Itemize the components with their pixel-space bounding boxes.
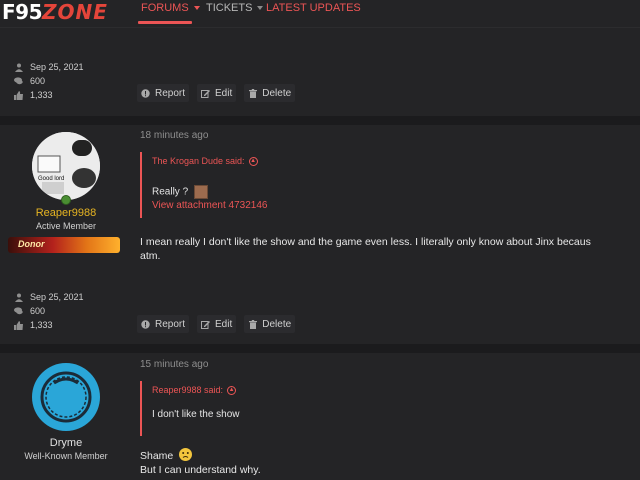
sad-face-icon — [179, 448, 193, 461]
trash-icon — [248, 319, 257, 329]
message-count: 600 — [30, 76, 46, 86]
avatar-caption: Good lord — [38, 176, 65, 182]
edit-button[interactable]: Edit — [197, 84, 237, 102]
thumbs-up-icon — [14, 90, 23, 100]
edit-icon — [201, 89, 211, 98]
top-navigation-bar: F95 ZONE FORUMS TICKETS LATEST UPDATES — [0, 0, 640, 28]
site-logo[interactable]: F95 ZONE — [2, 0, 108, 24]
post-body-line-2: But I can understand why. — [140, 464, 261, 476]
quote-author-label: The Krogan Dude said: — [152, 156, 245, 166]
avatar[interactable] — [32, 363, 100, 431]
post-body-line-1: Shame — [140, 448, 261, 463]
online-status-icon — [61, 195, 71, 205]
quote-text: I don't like the show — [152, 409, 240, 420]
post-body-line-1-text: Shame — [140, 450, 174, 462]
stat-reactions: 1,333 — [14, 318, 84, 332]
message-count: 600 — [30, 306, 46, 316]
report-label: Report — [155, 318, 186, 330]
tab-latest-updates-label: LATEST UPDATES — [266, 2, 361, 14]
report-button[interactable]: Report — [137, 315, 190, 333]
post-timestamp[interactable]: 15 minutes ago — [140, 359, 208, 370]
report-icon — [141, 319, 150, 329]
quote-block: The Krogan Dude said: ▲ Really ? View at… — [140, 152, 630, 218]
post-separator — [0, 344, 640, 353]
delete-label: Delete — [262, 318, 292, 330]
post-previous: Sep 25, 2021 600 1,333 Report Edit Delet… — [0, 28, 640, 116]
post-body-line-2: atm. — [140, 250, 161, 262]
user-stats: Sep 25, 2021 600 1,333 — [14, 60, 84, 102]
logo-part-zone: ZONE — [42, 0, 108, 24]
logo-part-f95: F95 — [2, 0, 43, 24]
arrow-up-icon[interactable]: ▲ — [227, 385, 237, 395]
quote-text: Really ? — [152, 185, 630, 199]
stat-messages: 600 — [14, 74, 84, 88]
post-timestamp[interactable]: 18 minutes ago — [140, 130, 208, 141]
report-icon — [141, 88, 150, 98]
trash-icon — [248, 88, 257, 98]
joined-date: Sep 25, 2021 — [30, 62, 84, 72]
post-body: I mean really I don't like the show and … — [140, 235, 591, 263]
delete-label: Delete — [262, 87, 292, 99]
delete-button[interactable]: Delete — [244, 84, 296, 102]
stat-reactions: 1,333 — [14, 88, 84, 102]
quote-author-label: Reaper9988 said: — [152, 385, 224, 395]
report-button[interactable]: Report — [137, 84, 190, 102]
post-body: Shame But I can understand why. — [140, 448, 261, 477]
stat-messages: 600 — [14, 304, 84, 318]
user-title: Active Member — [35, 221, 97, 231]
tab-tickets-label: TICKETS — [206, 2, 253, 14]
username[interactable]: Reaper9988 — [0, 207, 132, 219]
tab-tickets[interactable]: TICKETS — [206, 2, 264, 14]
username[interactable]: Dryme — [0, 437, 132, 449]
user-stats: Sep 25, 2021 600 1,333 — [14, 290, 84, 332]
comments-icon — [14, 77, 23, 86]
quote-author[interactable]: The Krogan Dude said: ▲ — [152, 156, 630, 166]
chevron-down-icon[interactable] — [257, 6, 264, 10]
donor-badge: Donor — [8, 237, 120, 253]
edit-button[interactable]: Edit — [197, 315, 237, 333]
report-label: Report — [155, 87, 186, 99]
user-info: Dryme Well-Known Member — [0, 437, 132, 461]
stat-joined: Sep 25, 2021 — [14, 290, 84, 304]
reaction-count: 1,333 — [30, 90, 53, 100]
user-icon — [14, 63, 23, 72]
post-actions: Report Edit Delete — [137, 315, 296, 333]
tab-latest-updates[interactable]: LATEST UPDATES — [266, 2, 361, 14]
tab-forums[interactable]: FORUMS — [141, 2, 200, 14]
user-info: Reaper9988 Active Member — [0, 207, 132, 231]
quote-text-label: Really ? — [152, 186, 189, 198]
donor-badge-label: Donor — [18, 239, 45, 249]
attachment-thumbnail[interactable] — [193, 185, 208, 199]
stat-joined: Sep 25, 2021 — [14, 60, 84, 74]
post-body-line-1: I mean really I don't like the show and … — [140, 236, 591, 248]
active-tab-indicator — [138, 21, 192, 24]
post-actions: Report Edit Delete — [137, 84, 296, 102]
avatar[interactable]: Good lord — [32, 132, 100, 200]
thumbs-up-icon — [14, 320, 23, 330]
view-attachment-link[interactable]: View attachment 4732146 — [152, 200, 630, 211]
quote-block: Reaper9988 said: ▲ I don't like the show — [140, 381, 630, 436]
comments-icon — [14, 307, 23, 316]
reaction-count: 1,333 — [30, 320, 53, 330]
user-title: Well-Known Member — [24, 451, 108, 461]
edit-icon — [201, 320, 211, 329]
tab-forums-label: FORUMS — [141, 2, 189, 14]
chevron-down-icon[interactable] — [193, 6, 200, 10]
joined-date: Sep 25, 2021 — [30, 292, 84, 302]
delete-button[interactable]: Delete — [244, 315, 296, 333]
user-icon — [14, 293, 23, 302]
post-separator — [0, 116, 640, 125]
edit-label: Edit — [215, 318, 233, 330]
quote-author[interactable]: Reaper9988 said: ▲ — [152, 385, 630, 395]
arrow-up-icon[interactable]: ▲ — [248, 156, 258, 166]
edit-label: Edit — [215, 87, 233, 99]
